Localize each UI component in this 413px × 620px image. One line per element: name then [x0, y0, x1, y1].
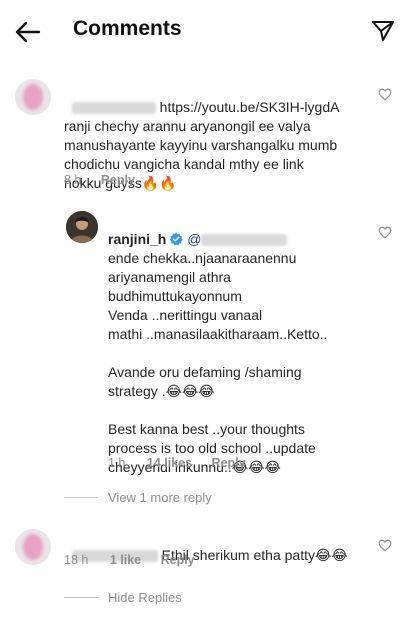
verified-badge-icon: [170, 232, 184, 246]
avatar[interactable]: [15, 529, 51, 565]
reply-button[interactable]: Reply: [101, 173, 135, 187]
share-send-icon[interactable]: [371, 19, 395, 43]
divider: [64, 597, 98, 598]
comment-meta: 8 h Reply: [64, 173, 135, 187]
avatar[interactable]: [15, 79, 51, 115]
blurred-username[interactable]: [71, 102, 156, 115]
page-title: Comments: [73, 17, 182, 40]
timestamp: 18 h: [64, 553, 89, 567]
divider: [64, 497, 98, 498]
reply-line: Avande oru defaming /shaming: [108, 364, 302, 380]
comment-line: ranji chechy arannu aryanongil ee valya: [64, 118, 311, 134]
like-heart-icon[interactable]: [378, 226, 392, 239]
reply-line: strategy .😂😂😂: [108, 383, 215, 399]
reply-line: budhimuttukayonnum: [108, 288, 242, 304]
username-link[interactable]: ranjini_h: [108, 231, 166, 247]
back-arrow-icon[interactable]: [14, 18, 42, 46]
reply-meta: 1 h 14 likes Reply: [108, 456, 246, 470]
reply-line: mathi ..manasilaakitharaam..Ketto..: [108, 326, 328, 342]
timestamp: 1 h: [108, 456, 126, 470]
comment-line: chodichu vangicha kandal mthy ee link: [64, 156, 304, 172]
comment-line: manushayante kayyinu varshangalku mumb: [64, 137, 338, 153]
likes-count[interactable]: 1 like: [110, 553, 141, 567]
view-more-replies-button[interactable]: View 1 more reply: [108, 490, 212, 505]
reply-text: ranjini_h @ ende chekka..njaanaraanennu …: [108, 211, 378, 477]
timestamp: 8 h: [64, 173, 82, 187]
likes-count[interactable]: 14 likes: [147, 456, 192, 470]
reply-button[interactable]: Reply: [161, 553, 195, 567]
mention-link[interactable]: @: [187, 231, 288, 247]
reply-line: process is too old school ..update: [108, 440, 316, 456]
reply-button[interactable]: Reply: [212, 456, 246, 470]
blurred-mention: [201, 234, 288, 247]
comment-line[interactable]: https://youtu.be/SK3IH-lygdA: [160, 99, 340, 115]
comment-meta: 18 h 1 like Reply: [64, 553, 195, 567]
reply-line: ende chekka..njaanaraanennu: [108, 250, 297, 266]
reply-line: Venda ..nerittingu vanaal: [108, 307, 263, 323]
avatar[interactable]: [66, 211, 98, 243]
like-heart-icon[interactable]: [378, 88, 392, 101]
hide-replies-button[interactable]: Hide Replies: [108, 590, 182, 605]
like-heart-icon[interactable]: [378, 539, 392, 552]
header-bar: Comments: [0, 0, 413, 64]
reply-line: ariyanamengil athra: [108, 269, 231, 285]
reply-line: Best kanna best ..your thoughts: [108, 421, 305, 437]
